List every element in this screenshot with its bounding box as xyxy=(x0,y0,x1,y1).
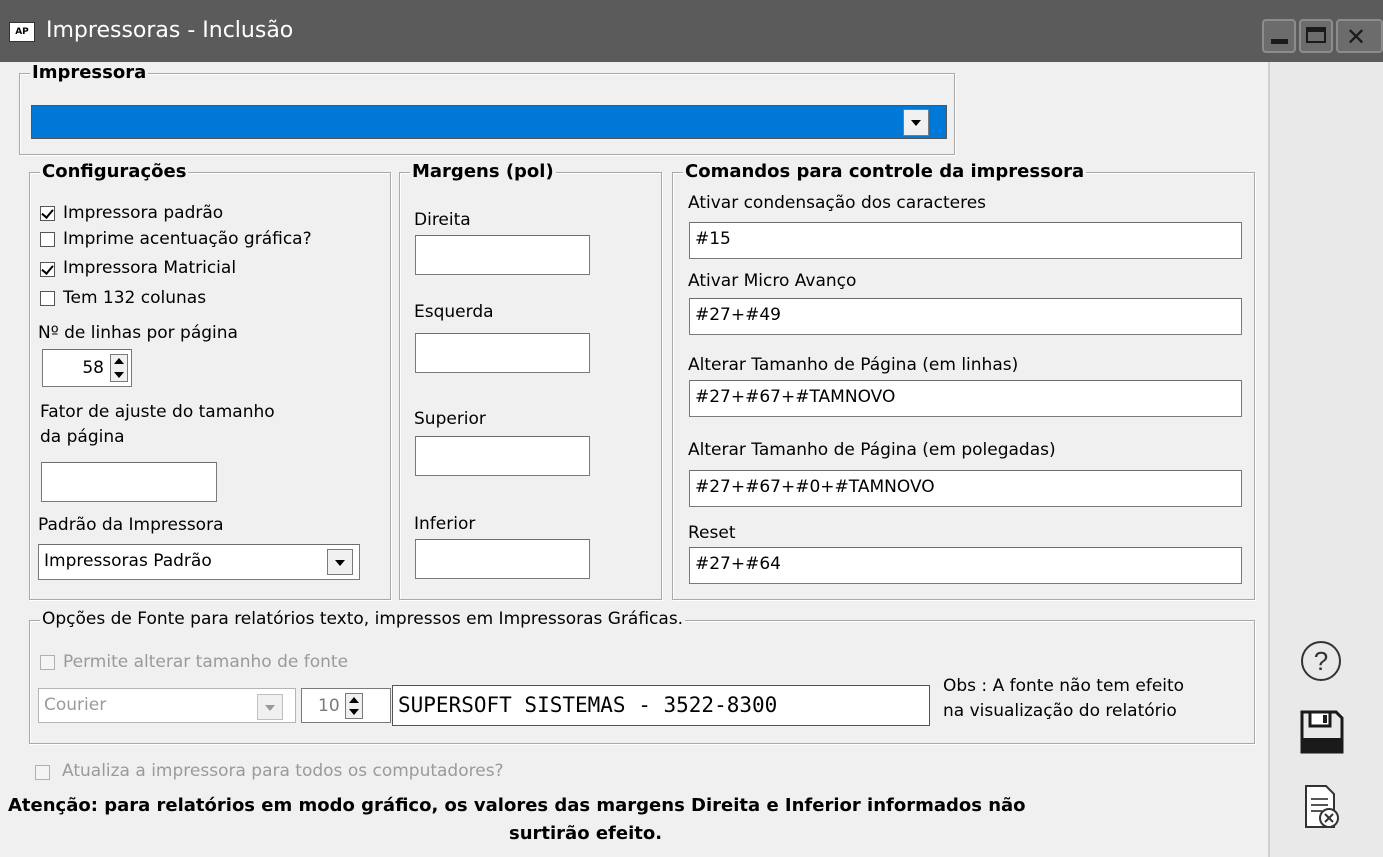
esquerda-input[interactable] xyxy=(415,333,590,373)
font-preview-box: SUPERSOFT SISTEMAS - 3522-8300 xyxy=(392,685,930,726)
tamanho-linhas-label: Alterar Tamanho de Página (em linhas) xyxy=(688,355,1019,375)
padrao-impressora-label: Padrão da Impressora xyxy=(38,515,224,535)
cancel-button[interactable] xyxy=(1296,783,1346,831)
spin-down-icon xyxy=(114,372,124,378)
close-icon: ✕ xyxy=(1346,23,1367,51)
impressora-group-label: Impressora xyxy=(30,62,149,83)
comandos-group: Comandos para controle da impressora Ati… xyxy=(672,161,1255,600)
save-button[interactable] xyxy=(1296,708,1346,756)
esquerda-label: Esquerda xyxy=(414,302,494,322)
direita-input[interactable] xyxy=(415,235,590,275)
impressora-padrao-label: Impressora padrão xyxy=(63,203,224,223)
margens-group: Margens (pol) Direita Esquerda Superior … xyxy=(399,161,662,600)
inferior-label: Inferior xyxy=(414,514,476,534)
title-bar: AP Impressoras - Inclusão ✕ xyxy=(0,0,1383,62)
linhas-por-pagina-label: Nº de linhas por página xyxy=(38,323,238,343)
save-icon xyxy=(1300,710,1344,754)
132-colunas-checkbox[interactable] xyxy=(40,291,55,306)
permite-alterar-label: Permite alterar tamanho de fonte xyxy=(63,652,349,672)
atencao-line-1: Atenção: para relatórios em modo gráfico… xyxy=(8,795,1026,816)
impressora-select[interactable] xyxy=(31,105,947,139)
inferior-input[interactable] xyxy=(415,539,590,579)
padrao-impressora-value: Impressoras Padrão xyxy=(44,551,212,571)
obs-line-2: na visualização do relatório xyxy=(943,701,1177,721)
tamanho-linhas-input[interactable]: #27+#67+#TAMNOVO xyxy=(689,380,1242,417)
linhas-por-pagina-value: 58 xyxy=(82,358,104,378)
atencao-line-2: surtirão efeito. xyxy=(509,823,663,844)
fonte-group-label: Opções de Fonte para relatórios texto, i… xyxy=(40,609,686,629)
reset-label: Reset xyxy=(688,523,736,543)
cancel-icon xyxy=(1305,785,1339,828)
fator-ajuste-input[interactable] xyxy=(41,462,217,502)
fator-ajuste-label-1: Fator de ajuste do tamanho xyxy=(40,402,275,422)
132-colunas-label: Tem 132 colunas xyxy=(63,288,207,308)
minimize-icon xyxy=(1271,39,1288,44)
matricial-label: Impressora Matricial xyxy=(63,258,237,278)
acentuacao-label: Imprime acentuação gráfica? xyxy=(63,229,312,249)
maximize-icon xyxy=(1306,27,1326,43)
comandos-group-label: Comandos para controle da impressora xyxy=(683,161,1087,182)
margens-group-label: Margens (pol) xyxy=(410,161,556,182)
font-name-dropdown-button[interactable] xyxy=(257,694,283,720)
direita-label: Direita xyxy=(414,210,471,230)
spin-up-icon xyxy=(114,358,124,364)
font-name-value: Courier xyxy=(44,695,107,715)
tamanho-polegadas-input[interactable]: #27+#67+#0+#TAMNOVO xyxy=(689,470,1242,507)
atualiza-todos-checkbox[interactable] xyxy=(35,765,50,780)
condensacao-input[interactable]: #15 xyxy=(689,222,1242,259)
obs-line-1: Obs : A fonte não tem efeito xyxy=(943,676,1185,696)
linhas-spinner[interactable] xyxy=(110,354,128,382)
fonte-group: Opções de Fonte para relatórios texto, i… xyxy=(29,609,1255,744)
impressora-group: Impressora xyxy=(19,62,955,155)
configuracoes-group: Configurações Impressora padrão Imprime … xyxy=(29,161,391,600)
font-preview-text: SUPERSOFT SISTEMAS - 3522-8300 xyxy=(398,693,778,717)
fator-ajuste-label-2: da página xyxy=(40,427,125,447)
padrao-impressora-select[interactable]: Impressoras Padrão xyxy=(38,544,360,580)
window-title: Impressoras - Inclusão xyxy=(46,18,294,43)
condensacao-label: Ativar condensação dos caracteres xyxy=(688,193,987,213)
matricial-checkbox[interactable] xyxy=(40,262,55,277)
maximize-button[interactable] xyxy=(1299,19,1333,53)
help-icon: ? xyxy=(1301,641,1341,681)
atualiza-todos-label: Atualiza a impressora para todos os comp… xyxy=(62,761,504,781)
help-button[interactable]: ? xyxy=(1296,637,1346,685)
superior-label: Superior xyxy=(414,409,486,429)
reset-input[interactable]: #27+#64 xyxy=(689,547,1242,584)
app-icon: AP xyxy=(9,22,35,42)
superior-input[interactable] xyxy=(415,436,590,476)
configuracoes-group-label: Configurações xyxy=(40,161,189,182)
minimize-button[interactable] xyxy=(1262,19,1296,53)
close-button[interactable]: ✕ xyxy=(1336,19,1383,53)
font-size-spinner[interactable] xyxy=(345,693,363,719)
font-size-value: 10 xyxy=(318,696,340,716)
impressora-dropdown-button[interactable] xyxy=(903,109,929,136)
micro-avanco-input[interactable]: #27+#49 xyxy=(689,298,1242,335)
impressora-padrao-checkbox[interactable] xyxy=(40,206,55,221)
acentuacao-checkbox[interactable] xyxy=(40,232,55,247)
tamanho-polegadas-label: Alterar Tamanho de Página (em polegadas) xyxy=(688,440,1056,460)
padrao-impressora-dropdown-button[interactable] xyxy=(327,549,353,575)
permite-alterar-checkbox[interactable] xyxy=(40,655,55,670)
spin-up-icon xyxy=(349,697,359,703)
svg-text:?: ? xyxy=(1314,646,1328,676)
spin-down-icon xyxy=(349,709,359,715)
micro-avanco-label: Ativar Micro Avanço xyxy=(688,271,857,291)
